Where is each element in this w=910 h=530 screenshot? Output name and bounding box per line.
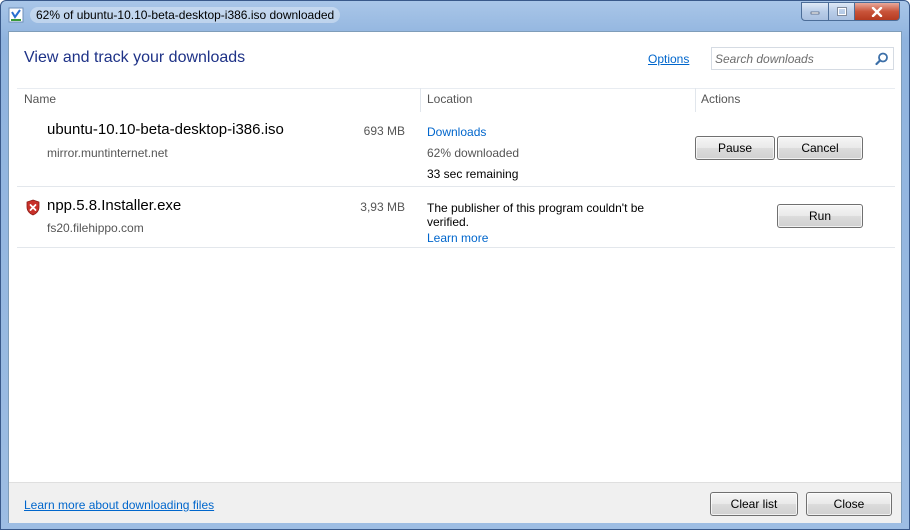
- search-icon[interactable]: [875, 52, 889, 66]
- close-icon: [871, 6, 883, 17]
- maximize-icon: [836, 7, 847, 16]
- column-header-actions[interactable]: Actions: [701, 92, 740, 106]
- minimize-icon: [810, 11, 820, 14]
- download-manager-window: 62% of ubuntu-10.10-beta-desktop-i386.is…: [0, 0, 910, 530]
- close-button[interactable]: Close: [806, 492, 892, 516]
- page-heading: View and track your downloads: [24, 49, 246, 66]
- security-warning-shield-icon: [26, 199, 40, 216]
- download-file-size: 693 MB: [363, 124, 405, 138]
- learn-about-downloading-link[interactable]: Learn more about downloading files: [24, 498, 214, 512]
- minimize-button[interactable]: [801, 2, 829, 21]
- publisher-warning-text: The publisher of this program couldn't b…: [427, 201, 645, 229]
- options-link[interactable]: Options: [648, 52, 689, 66]
- column-header-location[interactable]: Location: [427, 92, 472, 106]
- downloads-folder-link[interactable]: Downloads: [427, 125, 486, 139]
- row-divider: [17, 247, 895, 248]
- column-separator: [695, 88, 696, 112]
- run-button[interactable]: Run: [777, 204, 863, 228]
- learn-more-link[interactable]: Learn more: [427, 231, 488, 245]
- download-source: mirror.muntinternet.net: [47, 146, 168, 160]
- download-progress-text: 62% downloaded: [427, 146, 520, 160]
- search-input[interactable]: [715, 50, 870, 67]
- download-file-size: 3,93 MB: [360, 200, 405, 214]
- clear-list-button[interactable]: Clear list: [710, 492, 798, 516]
- download-file-name: ubuntu-10.10-beta-desktop-i386.iso: [47, 121, 284, 138]
- footer-bar: Learn more about downloading files Clear…: [9, 482, 901, 523]
- window-title: 62% of ubuntu-10.10-beta-desktop-i386.is…: [30, 7, 341, 23]
- download-app-icon: [8, 7, 24, 23]
- column-header-name[interactable]: Name: [24, 92, 56, 106]
- row-divider: [17, 186, 895, 187]
- maximize-button[interactable]: [828, 2, 855, 21]
- column-separator: [420, 88, 421, 112]
- column-header-divider: [17, 88, 895, 89]
- pause-button[interactable]: Pause: [695, 136, 775, 160]
- search-box[interactable]: [711, 47, 894, 70]
- main-content: View and track your downloads Options Na…: [8, 31, 902, 523]
- title-bar[interactable]: 62% of ubuntu-10.10-beta-desktop-i386.is…: [1, 1, 909, 29]
- close-window-button[interactable]: [854, 2, 900, 21]
- download-file-name: npp.5.8.Installer.exe: [47, 197, 182, 214]
- cancel-button[interactable]: Cancel: [777, 136, 863, 160]
- download-source: fs20.filehippo.com: [47, 221, 144, 235]
- download-time-remaining: 33 sec remaining: [427, 167, 519, 181]
